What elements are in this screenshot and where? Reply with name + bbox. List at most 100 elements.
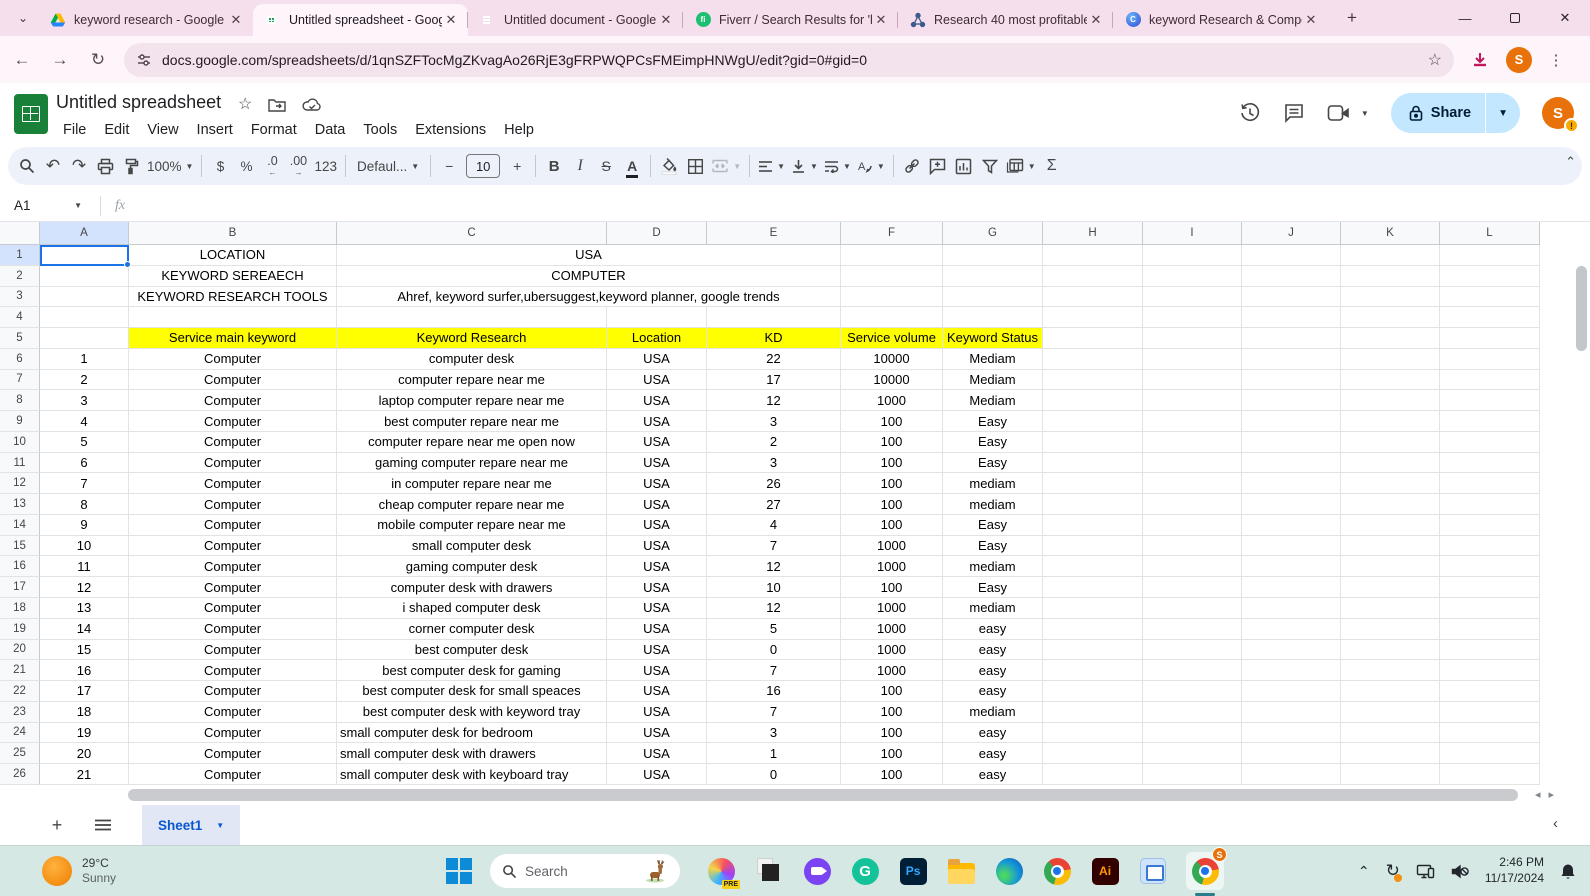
cell[interactable]: Computer [129, 556, 337, 577]
cell[interactable] [1242, 660, 1341, 681]
text-wrap-icon[interactable]: ▼ [821, 152, 854, 180]
cell[interactable]: 7 [707, 536, 841, 557]
cell[interactable]: 100 [841, 702, 943, 723]
cell[interactable] [1143, 328, 1242, 349]
cell[interactable] [943, 245, 1043, 266]
cell[interactable]: USA [337, 245, 841, 266]
cell[interactable]: Computer [129, 370, 337, 391]
insert-link-icon[interactable] [899, 152, 925, 180]
cell[interactable]: best computer desk for gaming [337, 660, 607, 681]
row-header-21[interactable]: 21 [0, 660, 40, 681]
name-box[interactable]: A1 ▼ [0, 198, 92, 213]
paint-format-icon[interactable] [118, 152, 144, 180]
photos-icon[interactable] [754, 856, 784, 886]
cell[interactable] [1143, 411, 1242, 432]
cell[interactable] [1242, 245, 1341, 266]
cell[interactable] [1143, 266, 1242, 287]
cell[interactable]: 10000 [841, 370, 943, 391]
taskbar-search[interactable]: Search [490, 854, 680, 888]
increase-decimals-icon[interactable]: .00→ [285, 152, 311, 180]
cell[interactable]: 18 [40, 702, 129, 723]
row-header-15[interactable]: 15 [0, 536, 40, 557]
window-blue-icon[interactable] [1138, 856, 1168, 886]
cell[interactable]: best computer repare near me [337, 411, 607, 432]
cell[interactable]: USA [607, 453, 707, 474]
add-sheet-button[interactable]: + [40, 808, 74, 842]
cell[interactable]: USA [607, 577, 707, 598]
cell[interactable]: mobile computer repare near me [337, 515, 607, 536]
cell[interactable]: Computer [129, 515, 337, 536]
cell[interactable]: USA [607, 349, 707, 370]
cell[interactable] [1143, 577, 1242, 598]
cell[interactable] [1440, 536, 1540, 557]
illustrator-icon[interactable]: Ai [1090, 856, 1120, 886]
cell[interactable]: 0 [707, 640, 841, 661]
redo-icon[interactable]: ↷ [66, 152, 92, 180]
cell[interactable]: Computer [129, 577, 337, 598]
new-tab-button[interactable]: + [1338, 4, 1366, 32]
cell[interactable]: Mediam [943, 370, 1043, 391]
cell[interactable]: Service main keyword [129, 328, 337, 349]
cell[interactable]: 1000 [841, 556, 943, 577]
cell[interactable]: 100 [841, 764, 943, 785]
column-header-G[interactable]: G [943, 222, 1043, 245]
cell[interactable]: Mediam [943, 349, 1043, 370]
cell[interactable]: USA [607, 432, 707, 453]
cell[interactable] [1440, 598, 1540, 619]
decrease-font-size-icon[interactable]: − [436, 152, 462, 180]
cell[interactable] [1440, 619, 1540, 640]
row-header-1[interactable]: 1 [0, 245, 40, 266]
cell[interactable]: corner computer desk [337, 619, 607, 640]
cell[interactable]: mediam [943, 556, 1043, 577]
cell[interactable]: 9 [40, 515, 129, 536]
bold-icon[interactable]: B [541, 152, 567, 180]
cell[interactable] [841, 307, 943, 328]
text-rotation-icon[interactable]: A ▼ [854, 152, 888, 180]
scroll-arrows-icon[interactable]: ◂▸ [1535, 788, 1562, 801]
cell[interactable] [1143, 598, 1242, 619]
cell[interactable] [1440, 307, 1540, 328]
cell[interactable] [1043, 660, 1143, 681]
vertical-scrollbar[interactable] [1576, 246, 1587, 781]
cell[interactable] [1242, 577, 1341, 598]
cell[interactable]: 12 [40, 577, 129, 598]
cell[interactable]: 7 [707, 702, 841, 723]
cell[interactable] [1341, 577, 1440, 598]
cell[interactable]: KEYWORD SEREAECH [129, 266, 337, 287]
row-header-23[interactable]: 23 [0, 702, 40, 723]
cell[interactable] [1143, 349, 1242, 370]
cell[interactable] [1043, 245, 1143, 266]
row-header-12[interactable]: 12 [0, 473, 40, 494]
cell[interactable] [40, 307, 129, 328]
cell[interactable] [1440, 328, 1540, 349]
chrome-icon[interactable] [1042, 856, 1072, 886]
cell[interactable]: Easy [943, 536, 1043, 557]
cell[interactable]: 11 [40, 556, 129, 577]
row-header-10[interactable]: 10 [0, 432, 40, 453]
cell[interactable] [129, 307, 337, 328]
cell[interactable] [607, 307, 707, 328]
column-header-K[interactable]: K [1341, 222, 1440, 245]
cell[interactable] [1143, 390, 1242, 411]
cell[interactable] [1341, 287, 1440, 308]
cell[interactable]: laptop computer repare near me [337, 390, 607, 411]
row-header-8[interactable]: 8 [0, 390, 40, 411]
row-header-5[interactable]: 5 [0, 328, 40, 349]
format-percent-icon[interactable]: % [233, 152, 259, 180]
cell[interactable] [943, 287, 1043, 308]
cell[interactable]: Computer [129, 494, 337, 515]
cell[interactable] [1143, 287, 1242, 308]
cell[interactable] [1143, 473, 1242, 494]
cell[interactable] [1440, 432, 1540, 453]
table-views-icon[interactable]: ▼ [1003, 152, 1039, 180]
cell[interactable]: easy [943, 640, 1043, 661]
cell[interactable] [1242, 473, 1341, 494]
row-header-13[interactable]: 13 [0, 494, 40, 515]
cell[interactable]: USA [607, 619, 707, 640]
cell[interactable]: 3 [40, 390, 129, 411]
cell[interactable]: Computer [129, 453, 337, 474]
cell[interactable]: Computer [129, 723, 337, 744]
column-header-F[interactable]: F [841, 222, 943, 245]
maximize-button[interactable] [1490, 0, 1540, 36]
insert-chart-icon[interactable] [951, 152, 977, 180]
